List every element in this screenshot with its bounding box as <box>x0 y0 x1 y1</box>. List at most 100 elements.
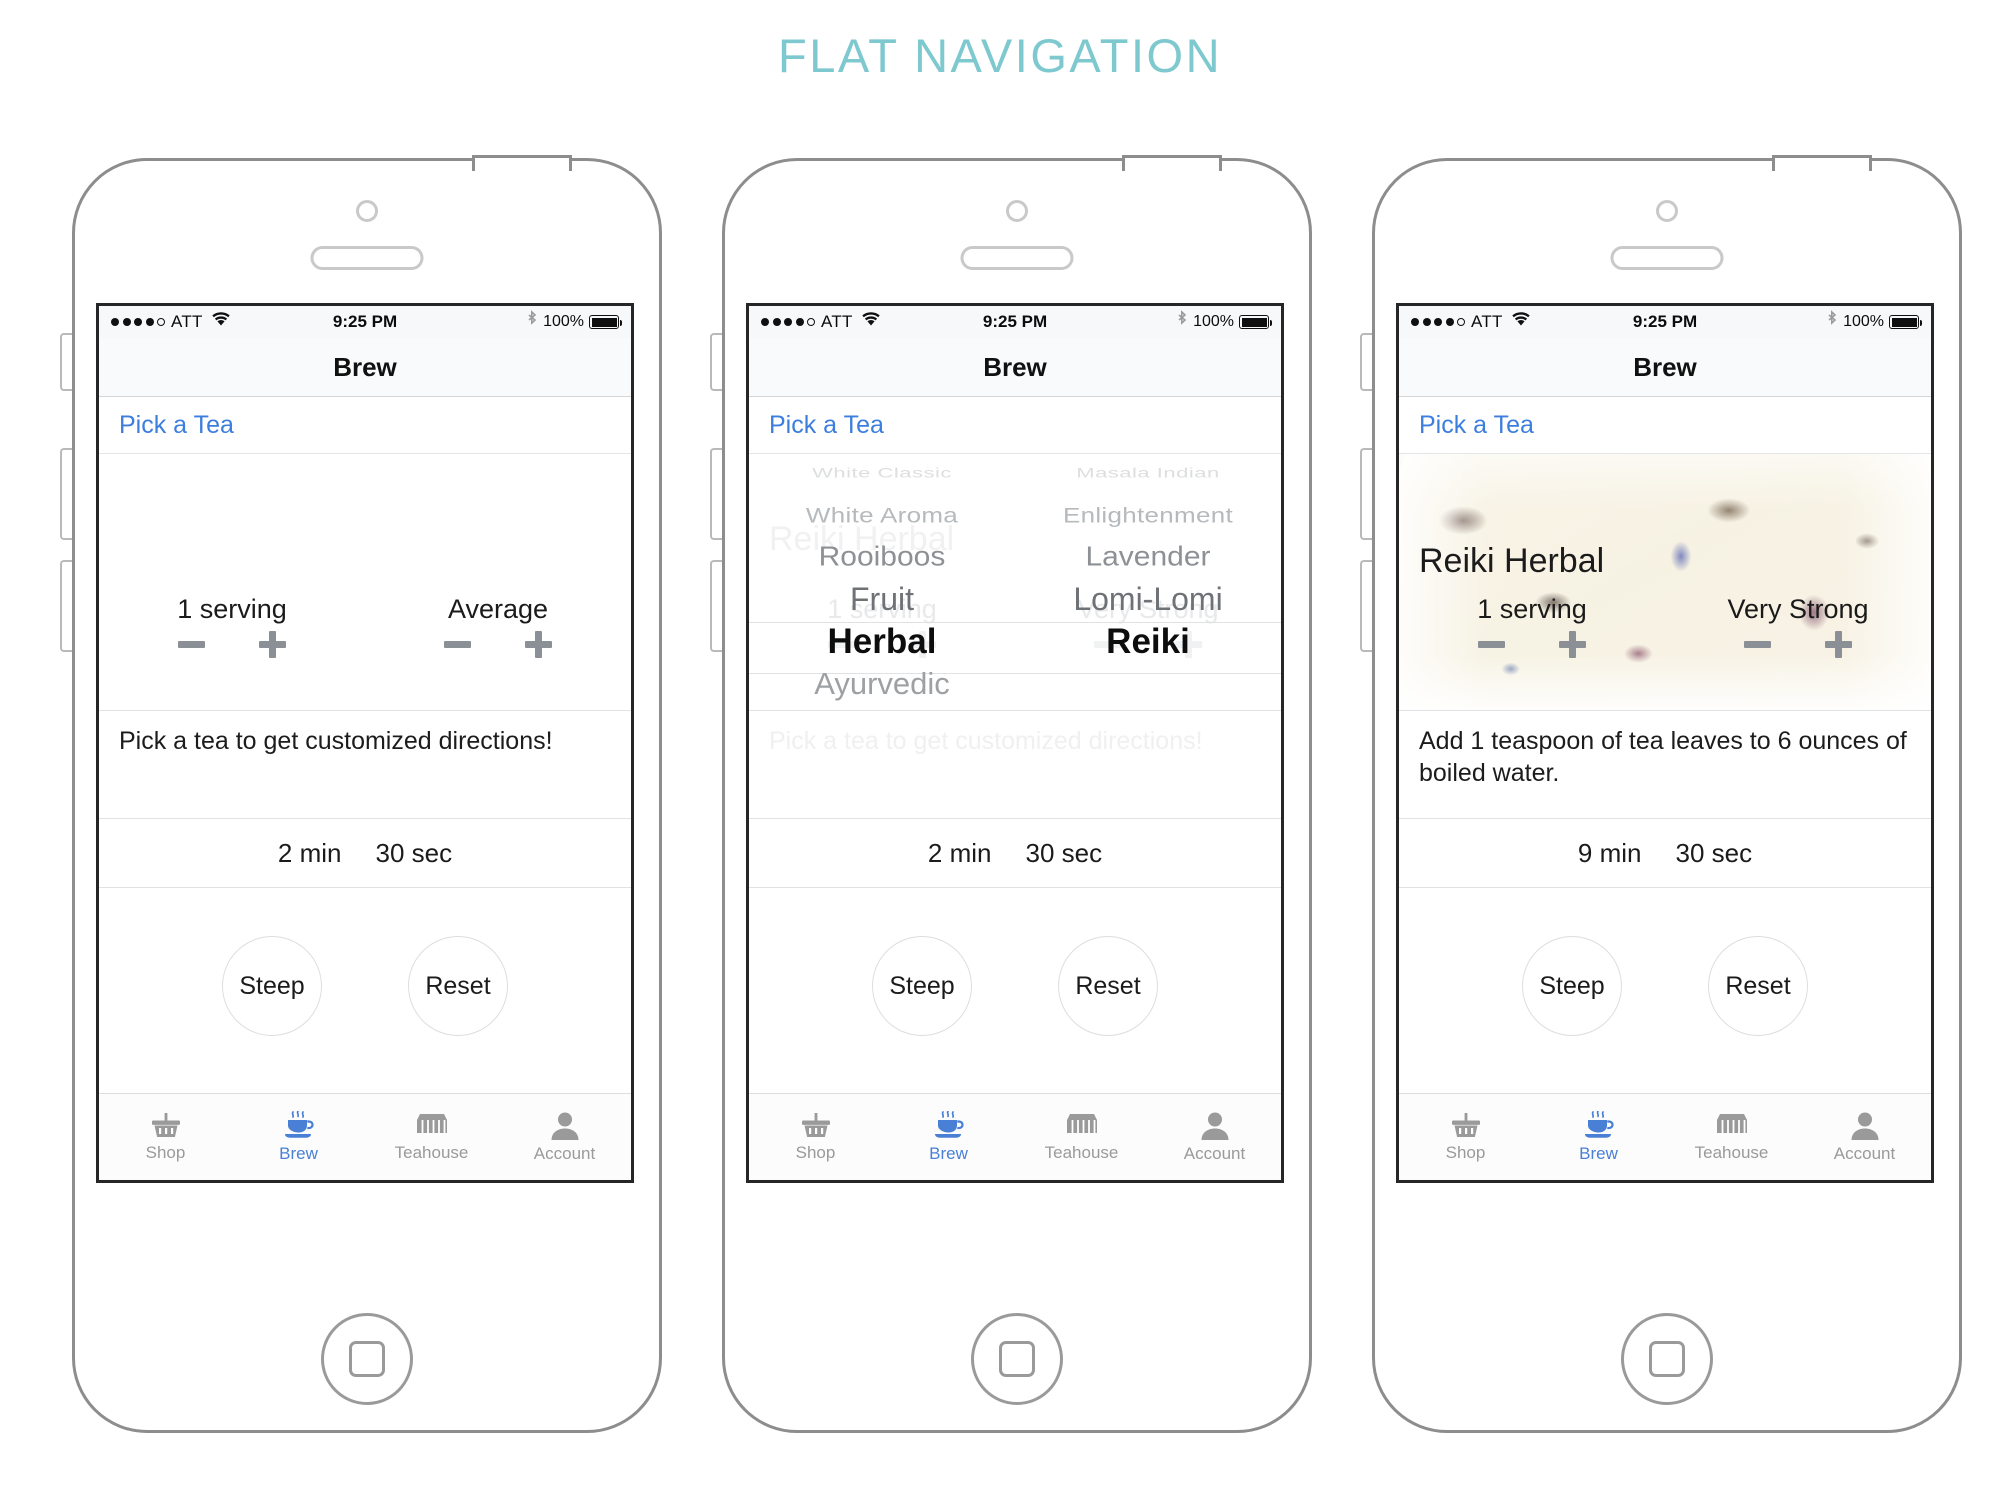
steep-button[interactable]: Steep <box>1522 936 1622 1036</box>
timer-row[interactable]: 2 min 30 sec <box>99 819 631 888</box>
stepper-group: 1 serving Very Strong <box>749 594 1281 658</box>
servings-plus-icon[interactable] <box>1559 631 1586 658</box>
bluetooth-icon <box>526 310 538 334</box>
tab-brew[interactable]: Brew <box>882 1110 1015 1164</box>
signal-strength-icon <box>111 318 165 326</box>
status-bar-left: ATT <box>1411 312 1531 332</box>
servings-minus-icon[interactable] <box>828 641 855 648</box>
servings-stepper: 1 serving <box>749 594 1015 658</box>
volume-down-button[interactable] <box>60 560 72 652</box>
tab-teahouse[interactable]: Teahouse <box>1665 1112 1798 1163</box>
steep-label: Steep <box>1539 971 1605 1000</box>
person-icon <box>1200 1111 1230 1141</box>
phone-top-shoulder <box>1772 155 1872 171</box>
pick-a-tea-link[interactable]: Pick a Tea <box>1399 397 1931 454</box>
status-bar-left: ATT <box>761 312 881 332</box>
timer-row[interactable]: 9 min 30 sec <box>1399 819 1931 888</box>
tab-account[interactable]: Account <box>1798 1111 1931 1164</box>
steep-button[interactable]: Steep <box>872 936 972 1036</box>
reset-button[interactable]: Reset <box>1058 936 1158 1036</box>
tab-brew[interactable]: Brew <box>232 1110 365 1164</box>
tab-shop[interactable]: Shop <box>1399 1112 1532 1163</box>
teacup-icon <box>281 1110 317 1141</box>
front-camera-icon <box>1006 200 1028 222</box>
strength-minus-icon[interactable] <box>1744 641 1771 648</box>
timer-row[interactable]: 2 min 30 sec <box>749 819 1281 888</box>
mute-switch[interactable] <box>60 333 72 391</box>
volume-down-button[interactable] <box>710 560 722 652</box>
basket-icon <box>799 1112 833 1140</box>
strength-plus-icon[interactable] <box>525 631 552 658</box>
strength-stepper: Very Strong <box>1665 594 1931 658</box>
strength-plus-icon[interactable] <box>1175 631 1202 658</box>
strength-plus-icon[interactable] <box>1825 631 1852 658</box>
status-bar: ATT 9:25 PM 100% <box>99 306 631 338</box>
carrier-label: ATT <box>171 312 203 331</box>
directions-text: Add 1 teaspoon of tea leaves to 6 ounces… <box>1399 711 1931 819</box>
tab-shop[interactable]: Shop <box>749 1112 882 1163</box>
tab-bar: Shop Brew Teahouse Account <box>99 1093 631 1180</box>
timer-seconds: 30 sec <box>375 837 453 868</box>
tab-brew[interactable]: Brew <box>1532 1110 1665 1164</box>
nav-title: Brew <box>749 338 1281 397</box>
tab-account[interactable]: Account <box>1148 1111 1281 1164</box>
reset-button[interactable]: Reset <box>1708 936 1808 1036</box>
action-buttons: Steep Reset <box>1399 888 1931 1093</box>
tea-name: Reiki Herbal <box>1419 542 1605 580</box>
servings-minus-icon[interactable] <box>178 641 205 648</box>
battery-icon <box>1889 315 1922 329</box>
pick-a-tea-link[interactable]: Pick a Tea <box>749 397 1281 454</box>
reset-label: Reset <box>425 971 491 1000</box>
servings-plus-icon[interactable] <box>259 631 286 658</box>
servings-stepper: 1 serving <box>99 594 365 658</box>
volume-up-button[interactable] <box>710 448 722 540</box>
home-button[interactable] <box>971 1313 1063 1405</box>
tea-photo-fade-overlay <box>1399 454 1931 710</box>
servings-minus-icon[interactable] <box>1478 641 1505 648</box>
steep-button[interactable]: Steep <box>222 936 322 1036</box>
action-buttons: Steep Reset <box>749 888 1281 1093</box>
mute-switch[interactable] <box>710 333 722 391</box>
strength-minus-icon[interactable] <box>444 641 471 648</box>
phone-2-screen: ATT 9:25 PM 100% Brew Pick a Tea 1 servi… <box>746 303 1284 1183</box>
status-bar-right: 100% <box>1176 310 1272 334</box>
tab-teahouse[interactable]: Teahouse <box>1015 1112 1148 1163</box>
tab-teahouse[interactable]: Teahouse <box>365 1112 498 1163</box>
home-button[interactable] <box>1621 1313 1713 1405</box>
timer-minutes: 2 min <box>277 837 342 868</box>
strength-stepper: Average <box>365 594 631 658</box>
phone-mockup-3: ATT 9:25 PM 100% Brew Pick a Tea Reiki H… <box>1360 155 1962 1433</box>
directions-text: Pick a tea to get customized directions! <box>749 711 1281 819</box>
bluetooth-icon <box>1826 310 1838 334</box>
timer-seconds: 30 sec <box>1025 837 1103 868</box>
brew-panel: 1 serving Average <box>99 454 631 711</box>
earpiece-speaker <box>960 246 1074 270</box>
reset-button[interactable]: Reset <box>408 936 508 1036</box>
nav-title: Brew <box>99 338 631 397</box>
pick-a-tea-label: Pick a Tea <box>769 410 884 439</box>
front-camera-icon <box>1656 200 1678 222</box>
battery-icon <box>1239 315 1272 329</box>
pick-a-tea-label: Pick a Tea <box>1419 410 1534 439</box>
mute-switch[interactable] <box>1360 333 1372 391</box>
tab-account[interactable]: Account <box>498 1111 631 1164</box>
volume-up-button[interactable] <box>60 448 72 540</box>
tea-name-ghost: Reiki Herbal <box>769 520 955 558</box>
timer-minutes: 2 min <box>927 837 992 868</box>
battery-percent-label: 100% <box>1193 313 1234 330</box>
phone-mockup-1: ATT 9:25 PM 100% Brew Pick a Tea 1 servi… <box>60 155 662 1433</box>
volume-up-button[interactable] <box>1360 448 1372 540</box>
status-bar: ATT 9:25 PM 100% <box>1399 306 1931 338</box>
volume-down-button[interactable] <box>1360 560 1372 652</box>
pick-a-tea-label: Pick a Tea <box>119 410 234 439</box>
pick-a-tea-link[interactable]: Pick a Tea <box>99 397 631 454</box>
home-button[interactable] <box>321 1313 413 1405</box>
tab-shop[interactable]: Shop <box>99 1112 232 1163</box>
servings-plus-icon[interactable] <box>909 631 936 658</box>
tab-account-label: Account <box>1183 1143 1246 1163</box>
phone-3-screen: ATT 9:25 PM 100% Brew Pick a Tea Reiki H… <box>1396 303 1934 1183</box>
phone-top-shoulder <box>1122 155 1222 171</box>
carrier-label: ATT <box>821 312 853 331</box>
strength-minus-icon[interactable] <box>1094 641 1121 648</box>
tab-shop-label: Shop <box>795 1142 836 1162</box>
